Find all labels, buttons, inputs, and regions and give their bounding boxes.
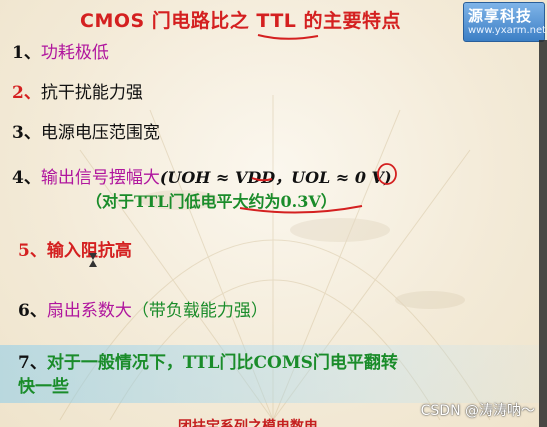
underline-03v xyxy=(239,205,363,214)
slide: CMOS 门电路比之 TTL 的主要特点 源享科技 www.yxarm.net … xyxy=(0,0,547,427)
circle-zero xyxy=(377,163,397,185)
csdn-watermark: CSDN @涛涛呐～ xyxy=(420,403,535,419)
underline-vdd xyxy=(251,177,273,182)
side-panel-edge xyxy=(539,40,547,427)
footer-caption: 团扶宝系列之模电数电 xyxy=(178,419,318,427)
handwritten-annotations xyxy=(239,34,397,214)
underline-ttl xyxy=(257,34,319,40)
hourglass-cursor-icon xyxy=(89,253,97,267)
